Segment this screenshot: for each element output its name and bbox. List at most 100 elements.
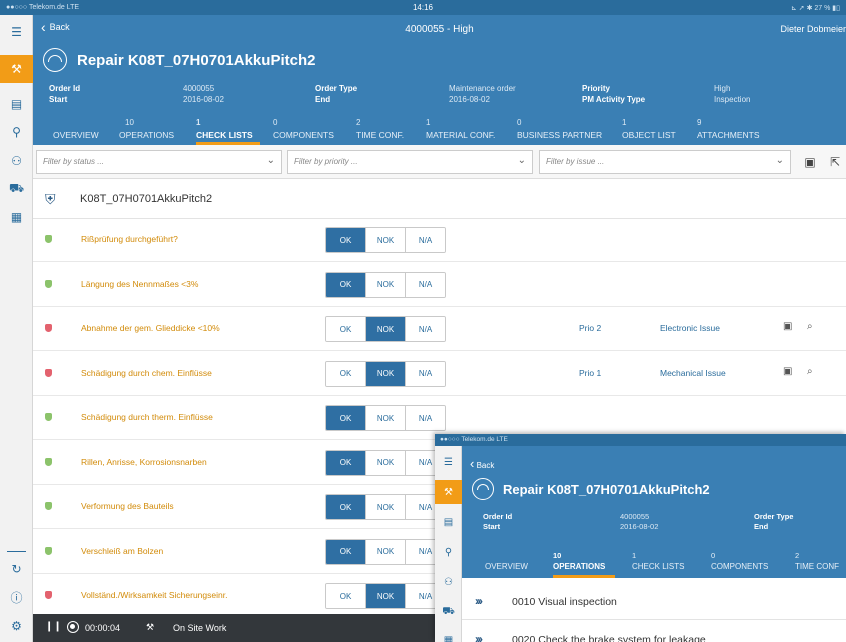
result-option-ok[interactable]: OK: [326, 450, 366, 475]
checklist-item-text: Längung des Nennmaßes <3%: [81, 278, 199, 289]
document-icon[interactable]: ▦: [435, 628, 462, 642]
result-option-nok[interactable]: NOK: [366, 406, 406, 430]
result-option-na[interactable]: N/A: [406, 317, 445, 341]
shield-nok-icon: [45, 368, 52, 377]
meta-label: Order Id: [49, 84, 81, 93]
result-option-ok[interactable]: OK: [326, 272, 366, 297]
tab-operations[interactable]: 10 Operations: [119, 117, 183, 145]
message-icon[interactable]: ▤: [0, 90, 33, 118]
tab-attachments[interactable]: 9 Attachments: [697, 117, 769, 145]
tab-time-conf[interactable]: 2 Time Conf.: [356, 117, 416, 145]
shield-ok-icon: [45, 546, 52, 555]
team-icon[interactable]: ⚇: [0, 147, 33, 175]
tools-icon[interactable]: ⚒: [0, 55, 33, 83]
helmet-icon: [43, 48, 67, 72]
result-option-nok[interactable]: NOK: [366, 228, 406, 252]
result-option-na[interactable]: N/A: [406, 272, 445, 297]
result-option-nok[interactable]: NOK: [366, 539, 406, 564]
tab-time-conf[interactable]: 2 Time Conf: [795, 550, 846, 578]
tools-icon[interactable]: ⚒: [435, 480, 462, 504]
tab-overview[interactable]: Overview: [53, 117, 105, 145]
result-option-na[interactable]: N/A: [406, 361, 445, 386]
result-option-ok[interactable]: OK: [326, 406, 366, 430]
tab-object-list[interactable]: 1 Object List: [622, 117, 688, 145]
truck-icon[interactable]: ⛟: [435, 600, 462, 624]
result-option-nok[interactable]: NOK: [366, 450, 406, 475]
result-option-ok[interactable]: OK: [326, 228, 366, 252]
clipboard-icon[interactable]: ▣: [783, 321, 792, 332]
tab-operations[interactable]: 10 Operations: [553, 550, 615, 578]
result-option-na[interactable]: N/A: [406, 406, 445, 430]
operation-row[interactable]: ››› 0010 Visual inspection: [462, 584, 846, 620]
message-icon[interactable]: ▤: [435, 510, 462, 534]
result-option-nok[interactable]: NOK: [366, 272, 406, 297]
meta-label: End: [754, 522, 769, 531]
checklist-item-text: Abnahme der gem. Glieddicke <10%: [81, 323, 220, 333]
tab-components[interactable]: 0 Components: [273, 117, 337, 145]
checklist-row[interactable]: Rißprüfung durchgeführt? OK NOK N/A: [33, 219, 846, 262]
overlay-meta-labels: Order Id Start: [483, 512, 512, 532]
object-row[interactable]: ⛨ K08T_07H0701AkkuPitch2: [33, 179, 846, 219]
attachment-icon[interactable]: ⌕: [807, 366, 813, 377]
info-icon[interactable]: ⓘ: [0, 583, 33, 611]
tab-material-conf[interactable]: 1 Material Conf.: [426, 117, 506, 145]
meta-values-col1: 4000055 2016-08-02: [183, 83, 224, 105]
attachment-icon[interactable]: ⌕: [807, 321, 813, 332]
result-option-nok[interactable]: NOK: [366, 584, 406, 608]
result-option-ok[interactable]: OK: [326, 361, 366, 386]
chevron-down-icon: ⌄: [517, 155, 526, 166]
rail-divider: [7, 551, 26, 552]
shield-ok-icon: [45, 279, 52, 288]
checklist-row[interactable]: Längung des Nennmaßes <3% OK NOK N/A: [33, 264, 846, 307]
overlay-back-button[interactable]: ‹ Back: [470, 456, 494, 471]
search-icon[interactable]: ⚲: [435, 540, 462, 564]
priority-filter-select[interactable]: Filter by priority ... ⌄: [287, 150, 533, 174]
issue-filter-select[interactable]: Filter by issue ... ⌄: [539, 150, 791, 174]
checklist-item-text: Schädigung durch chem. Einflüsse: [81, 367, 212, 378]
settings-icon[interactable]: ⚙: [0, 612, 33, 640]
tab-check-lists[interactable]: 1 Check Lists: [632, 550, 694, 578]
status-filter-select[interactable]: Filter by status ... ⌄: [36, 150, 282, 174]
operation-row[interactable]: ››› 0020 Check the brake system for leak…: [462, 622, 846, 642]
tab-components[interactable]: 0 Components: [711, 550, 775, 578]
result-option-ok[interactable]: OK: [326, 317, 366, 341]
result-option-ok[interactable]: OK: [326, 584, 366, 608]
overlay-meta-labels-2: Order Type End: [754, 512, 793, 532]
result-option-nok[interactable]: NOK: [366, 361, 406, 386]
clipboard-icon[interactable]: ▣: [801, 153, 819, 171]
document-icon[interactable]: ▦: [0, 203, 33, 231]
result-option-nok[interactable]: NOK: [366, 317, 406, 341]
truck-icon[interactable]: ⛟: [0, 175, 33, 203]
menu-icon[interactable]: ☰: [0, 18, 33, 46]
issue-label: Mechanical Issue: [660, 367, 726, 378]
tab-bar: Overview 10 Operations 1 Check Lists 0 C…: [33, 117, 846, 145]
result-option-ok[interactable]: OK: [326, 539, 366, 564]
result-option-na[interactable]: N/A: [406, 228, 445, 252]
meta-label: PM Activity Type: [582, 95, 646, 104]
search-icon[interactable]: ⚲: [0, 118, 33, 146]
clipboard-icon[interactable]: ▣: [783, 366, 792, 377]
export-icon[interactable]: ⇱: [826, 153, 844, 171]
checklist-item-text: Rißprüfung durchgeführt?: [81, 234, 178, 244]
result-option-nok[interactable]: NOK: [366, 495, 406, 519]
record-icon[interactable]: [67, 621, 79, 633]
sync-icon[interactable]: ↻: [0, 555, 33, 583]
overlay-rail: ☰ ⚒ ▤ ⚲ ⚇ ⛟ ▦: [435, 446, 462, 642]
tab-business-partner[interactable]: 0 Business Partner: [517, 117, 609, 145]
tab-overview[interactable]: Overview: [485, 550, 535, 578]
meta-value: 2016-08-02: [620, 522, 659, 531]
checklist-row[interactable]: Schädigung durch chem. Einflüsse OK NOK N/A…: [33, 353, 846, 396]
priority-filter-placeholder: Filter by priority ...: [294, 157, 358, 166]
result-option-ok[interactable]: OK: [326, 495, 366, 519]
meta-label: Order Type: [754, 512, 794, 521]
team-icon[interactable]: ⚇: [435, 570, 462, 594]
menu-icon[interactable]: ☰: [435, 450, 462, 474]
overlay-operations-screenshot: ●●○○○ Telekom.de LTE ☰ ⚒ ▤ ⚲ ⚇ ⛟ ▦ ‹ Bac…: [435, 434, 846, 642]
meta-labels-col2: Order Type End: [315, 83, 357, 105]
user-name[interactable]: Dieter Dobmeier: [780, 24, 846, 34]
checklist-item-text: Rillen, Anrisse, Korrosionsnarben: [81, 456, 207, 467]
tab-check-lists[interactable]: 1 Check Lists: [196, 117, 260, 145]
checklist-row[interactable]: Abnahme der gem. Glieddicke <10% OK NOK N/A…: [33, 308, 846, 351]
pause-icon[interactable]: ❙❙: [45, 621, 62, 632]
result-segmented-control: OK NOK N/A: [325, 494, 446, 520]
